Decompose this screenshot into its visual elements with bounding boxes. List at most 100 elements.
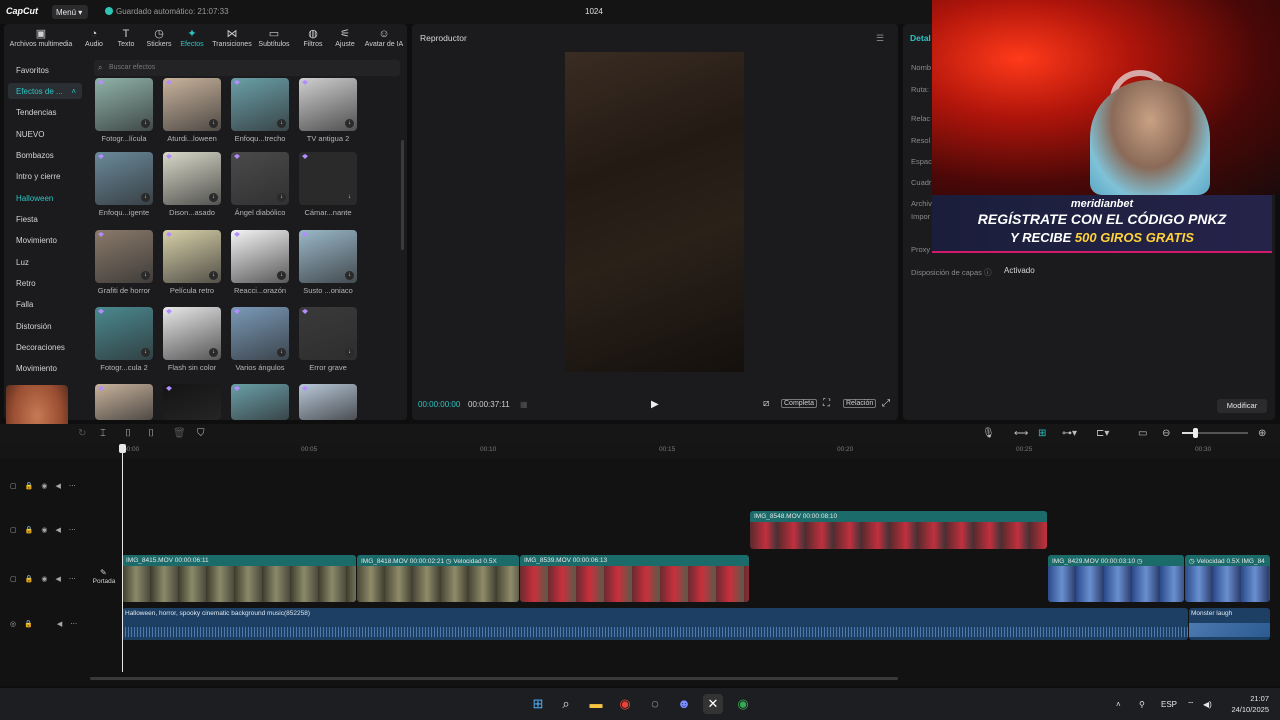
- more-icon[interactable]: ⋯: [69, 576, 84, 583]
- link-icon[interactable]: ⟷: [1014, 428, 1028, 439]
- play-button[interactable]: ▶: [651, 399, 659, 410]
- lock-icon[interactable]: 🔒: [25, 483, 42, 490]
- effect-thumbnail[interactable]: ↓: [299, 230, 357, 283]
- effect-thumbnail[interactable]: ↓: [95, 152, 153, 205]
- effect-thumbnail[interactable]: [299, 384, 357, 420]
- effect-thumbnail[interactable]: ↓: [231, 78, 289, 131]
- video-clip[interactable]: IMG_8539.MOV 00:00:06:13: [520, 555, 749, 602]
- speaker-icon[interactable]: ◀): [1203, 700, 1212, 709]
- effect-thumbnail[interactable]: ↓: [163, 78, 221, 131]
- zoom-in-icon[interactable]: ⊕: [1258, 428, 1266, 439]
- category-item[interactable]: Efectos de ... ˄: [8, 83, 82, 99]
- fit-icon[interactable]: ⛶: [823, 398, 830, 409]
- eye-icon[interactable]: ◉: [41, 576, 55, 583]
- modify-button[interactable]: Modificar: [1217, 399, 1267, 413]
- effect-thumbnail[interactable]: [231, 384, 289, 420]
- volume-icon[interactable]: ◀: [55, 483, 68, 490]
- effect-thumbnail[interactable]: ↓: [299, 152, 357, 205]
- download-icon[interactable]: ↓: [277, 348, 286, 357]
- microphone-icon[interactable]: 🎙: [982, 428, 995, 439]
- timeline-scrollbar[interactable]: [90, 677, 898, 680]
- video-clip[interactable]: IMG_8429.MOV 00:00:03:10 ◷: [1048, 555, 1184, 602]
- menu-icon[interactable]: ☰: [876, 33, 884, 44]
- download-icon[interactable]: ↓: [277, 119, 286, 128]
- more-icon[interactable]: ⋯: [69, 483, 84, 490]
- zoom-out-icon[interactable]: ⊖: [1162, 428, 1170, 439]
- lock-icon[interactable]: 🔒: [25, 576, 42, 583]
- full-quality-button[interactable]: Completa: [781, 399, 817, 408]
- category-item[interactable]: Movimiento: [8, 232, 82, 248]
- redo-icon[interactable]: ↻: [78, 428, 86, 439]
- app-icon[interactable]: ◌: [645, 694, 665, 714]
- more-icon[interactable]: ⋯: [69, 527, 84, 534]
- track-select-icon[interactable]: ▢: [10, 483, 25, 490]
- tab-subtitles[interactable]: ▭ Subtítulos: [256, 28, 292, 48]
- overlay-clip[interactable]: IMG_8548.MOV 00:00:08:10: [750, 511, 1047, 549]
- category-item[interactable]: Favoritos: [8, 62, 82, 78]
- download-icon[interactable]: ↓: [141, 119, 150, 128]
- eye-icon[interactable]: ◉: [41, 483, 55, 490]
- magnet-icon[interactable]: ⊞: [1038, 428, 1046, 439]
- download-icon[interactable]: ↓: [141, 348, 150, 357]
- tab-text[interactable]: T Texto: [114, 28, 138, 48]
- menu-button[interactable]: Menú ▾: [52, 5, 88, 19]
- category-item[interactable]: Movimiento: [8, 360, 82, 376]
- audio-clip[interactable]: Monster laugh: [1189, 608, 1270, 640]
- category-item[interactable]: Intro y cierre: [8, 168, 82, 184]
- effect-thumbnail[interactable]: ↓: [95, 78, 153, 131]
- tab-media[interactable]: ▣ Archivos multimedia: [8, 28, 74, 48]
- discord-icon[interactable]: ☻: [674, 694, 694, 714]
- split-icon[interactable]: ⌶: [100, 428, 106, 439]
- download-icon[interactable]: ↓: [141, 271, 150, 280]
- timecode-toggle-icon[interactable]: ▦: [520, 400, 528, 409]
- category-item[interactable]: Distorsión: [8, 318, 82, 334]
- category-item[interactable]: Retro: [8, 275, 82, 291]
- split-left-icon[interactable]: ⌷: [125, 428, 131, 439]
- track-select-icon[interactable]: ▢: [10, 527, 25, 534]
- clock[interactable]: 21:07 24/10/2025: [1225, 693, 1269, 715]
- category-item[interactable]: Halloween: [8, 190, 82, 206]
- download-icon[interactable]: ↓: [141, 193, 150, 202]
- tab-ai-avatar[interactable]: ☺ Avatar de IA: [362, 28, 406, 48]
- language-indicator[interactable]: ESP: [1161, 700, 1177, 709]
- more-icon[interactable]: ⋯: [70, 621, 85, 628]
- start-icon[interactable]: ⊞: [528, 694, 548, 714]
- download-icon[interactable]: ↓: [345, 119, 354, 128]
- tab-filters[interactable]: ◍ Filtros: [298, 28, 328, 48]
- category-item[interactable]: Falla: [8, 296, 82, 312]
- effect-thumbnail[interactable]: ↓: [163, 152, 221, 205]
- chevron-up-icon[interactable]: ˄: [1116, 700, 1121, 709]
- download-icon[interactable]: ↓: [277, 271, 286, 280]
- chrome-profile-icon[interactable]: ◉: [733, 694, 753, 714]
- crop-icon[interactable]: ⧄: [763, 398, 769, 409]
- category-item[interactable]: Fiesta: [8, 211, 82, 227]
- zoom-slider-handle[interactable]: [1193, 428, 1198, 438]
- effect-thumbnail[interactable]: ↓: [95, 307, 153, 360]
- tab-audio[interactable]: ◔ Audio: [80, 28, 108, 48]
- download-icon[interactable]: ↓: [209, 193, 218, 202]
- download-icon[interactable]: ↓: [209, 271, 218, 280]
- search-icon[interactable]: ⌕: [556, 694, 576, 714]
- lock-icon[interactable]: 🔒: [24, 621, 41, 628]
- file-explorer-icon[interactable]: ▬: [586, 694, 606, 714]
- download-icon[interactable]: ↓: [277, 193, 286, 202]
- effect-thumbnail[interactable]: ↓: [299, 78, 357, 131]
- preview-axis-icon[interactable]: ⊏▾: [1096, 428, 1109, 439]
- effect-thumbnail[interactable]: [95, 384, 153, 420]
- tab-adjust[interactable]: ⚟ Ajuste: [332, 28, 358, 48]
- location-icon[interactable]: ⚲: [1139, 700, 1145, 709]
- caption-icon[interactable]: ▭: [1138, 428, 1147, 439]
- effect-thumbnail[interactable]: ↓: [231, 152, 289, 205]
- tab-stickers[interactable]: ◷ Stickers: [144, 28, 174, 48]
- fullscreen-icon[interactable]: ⤢: [882, 398, 890, 409]
- category-item[interactable]: Luz: [8, 254, 82, 270]
- volume-icon[interactable]: ◀: [55, 527, 68, 534]
- effect-thumbnail[interactable]: ↓: [299, 307, 357, 360]
- volume-icon[interactable]: ◀: [55, 576, 68, 583]
- tab-effects[interactable]: ✦ Efectos: [178, 28, 206, 48]
- wifi-icon[interactable]: ⌔: [1187, 700, 1195, 710]
- category-item[interactable]: Decoraciones: [8, 339, 82, 355]
- effect-thumbnail[interactable]: ↓: [163, 230, 221, 283]
- scrollbar[interactable]: [401, 140, 404, 250]
- download-icon[interactable]: ↓: [345, 348, 354, 357]
